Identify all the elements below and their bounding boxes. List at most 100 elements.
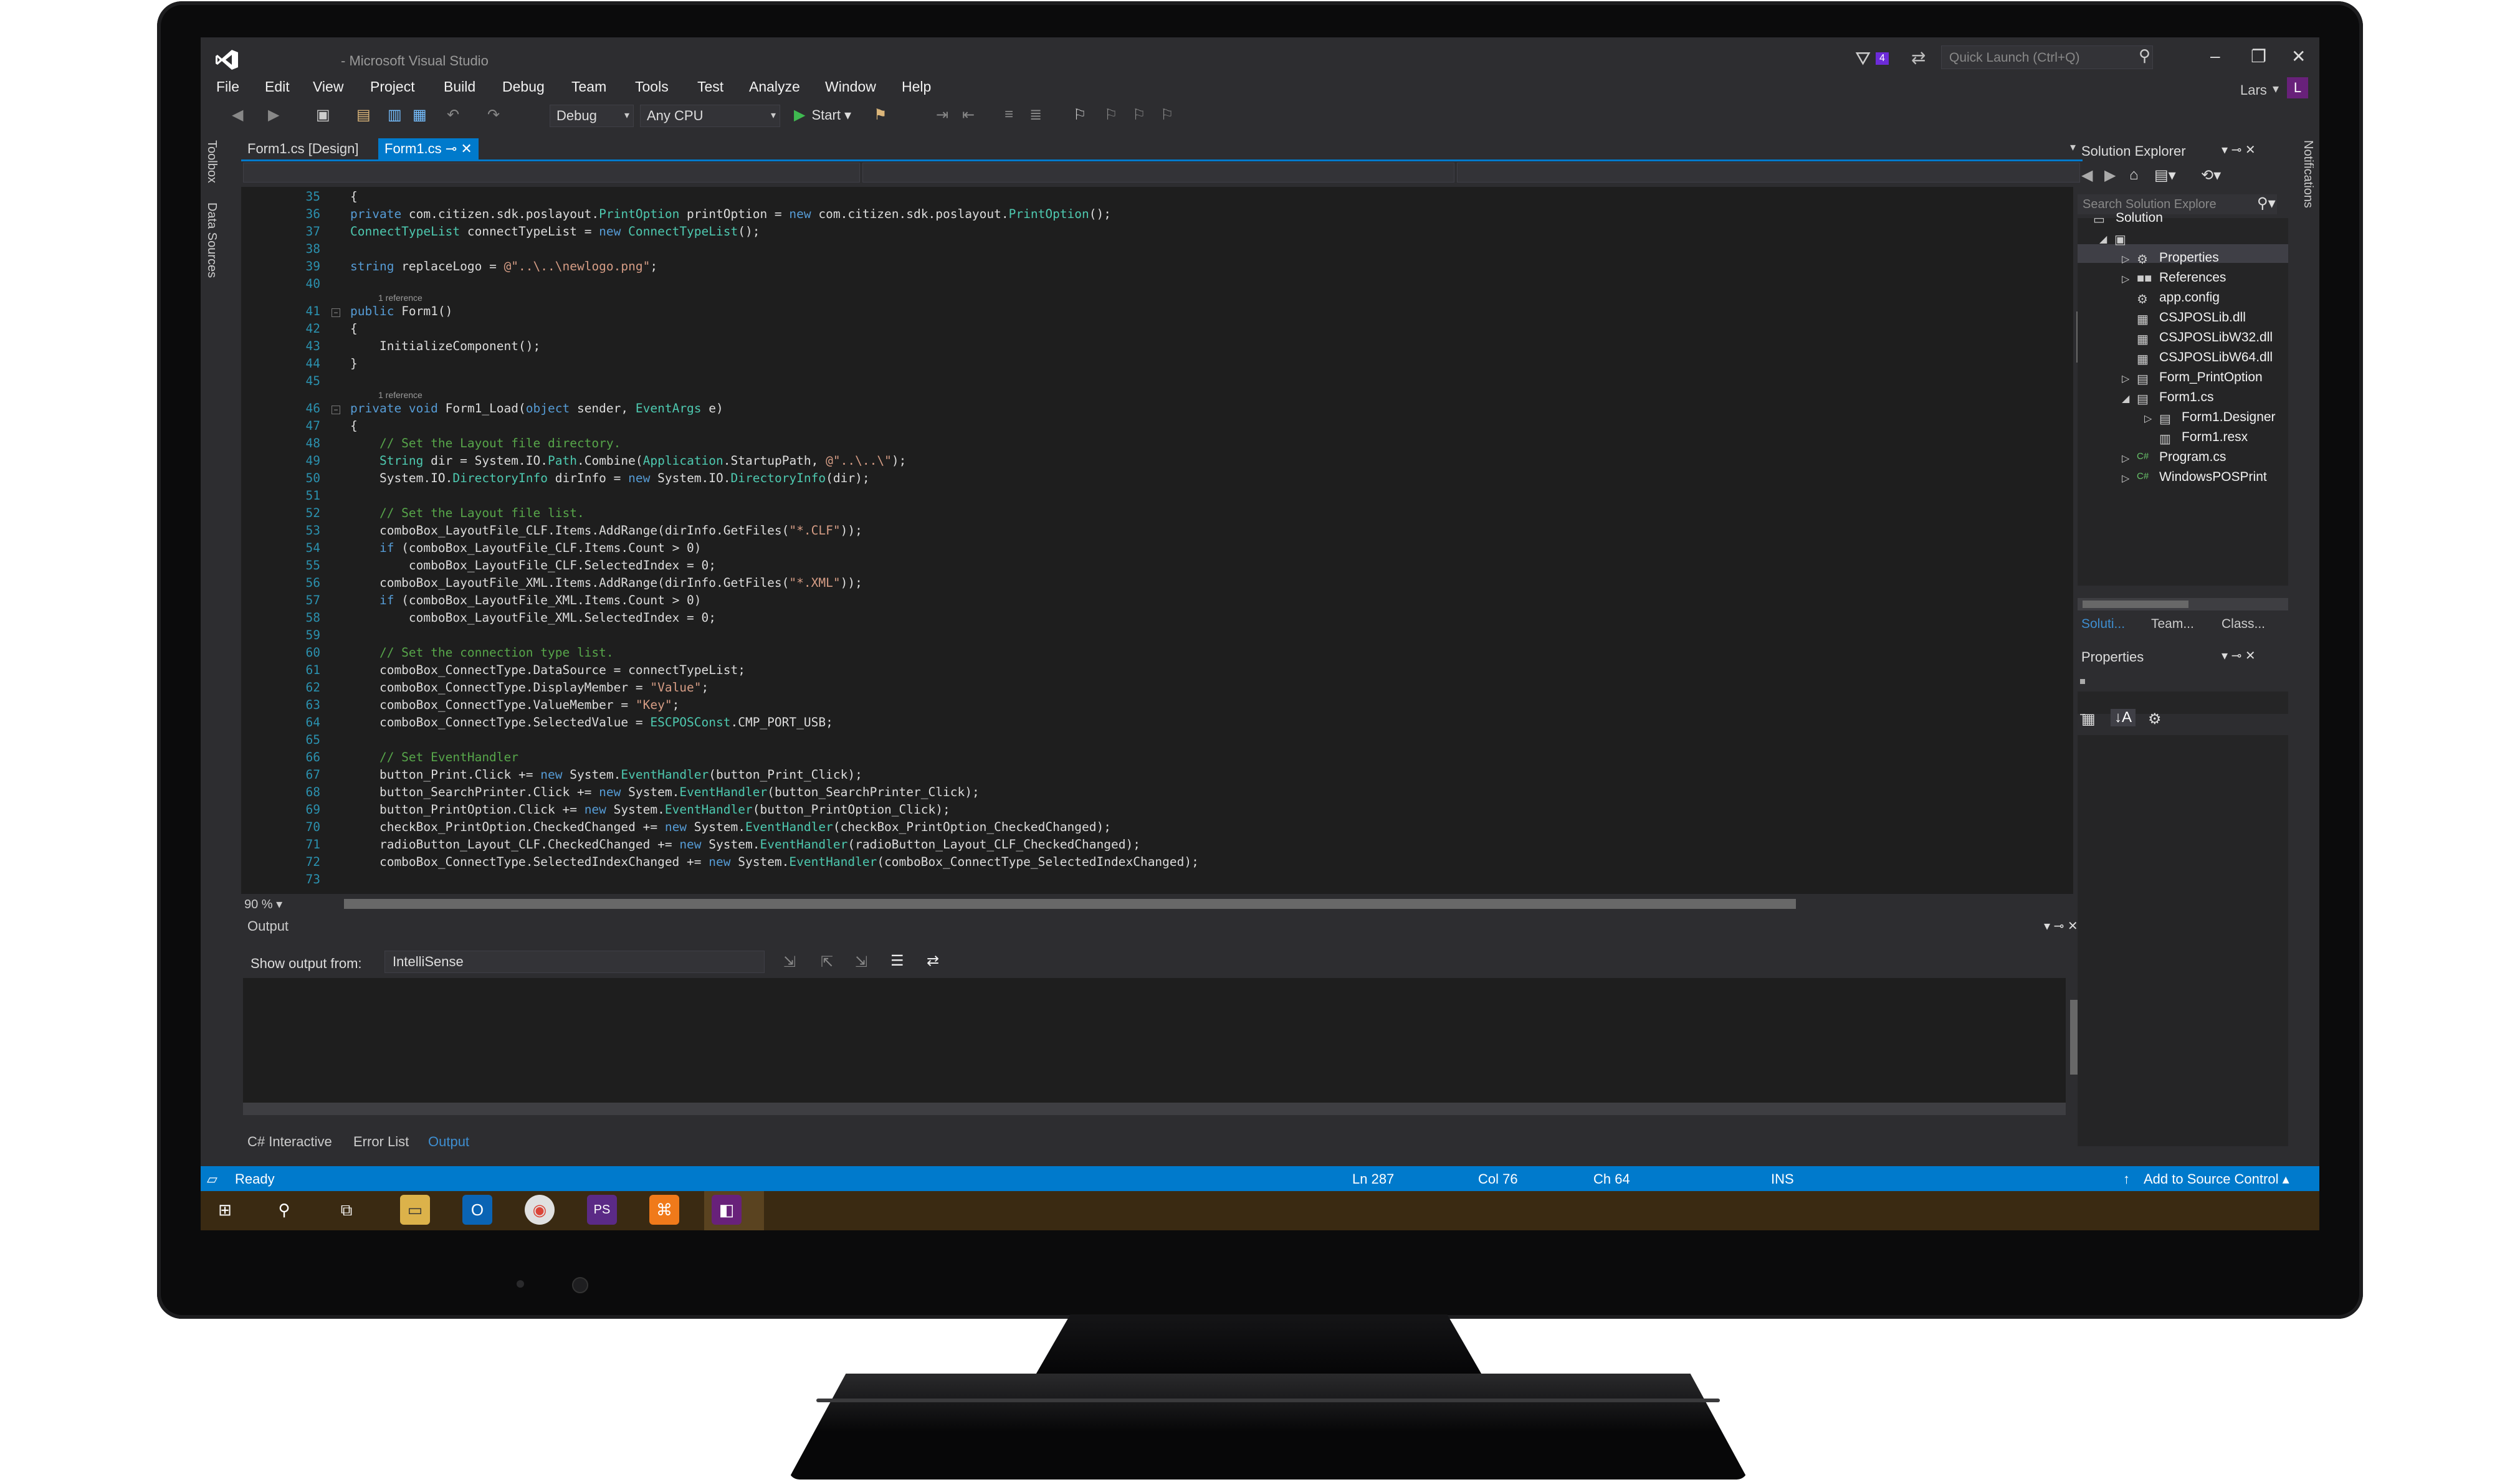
tree-item-label[interactable]: CSJPOSLib.dll xyxy=(2159,310,2246,325)
forward-icon[interactable]: ▶ xyxy=(268,106,279,124)
solution-search-input[interactable]: Search Solution Explore xyxy=(2078,194,2277,214)
tree-item-label[interactable]: Form1.cs xyxy=(2159,390,2214,405)
minimize-button[interactable]: – xyxy=(2210,46,2220,66)
bookmark-icon[interactable]: ⚐ xyxy=(1073,106,1087,124)
avatar[interactable]: L xyxy=(2287,77,2308,98)
tree-item-label[interactable]: CSJPOSLibW32.dll xyxy=(2159,330,2273,345)
save-icon[interactable]: ▥ xyxy=(388,106,402,124)
code-line[interactable]: 61 comboBox_ConnectType.DataSource = con… xyxy=(241,663,2048,680)
clear-bookmarks-icon[interactable]: ⚐ xyxy=(1160,106,1174,124)
step-over-icon[interactable]: ⇤ xyxy=(962,106,975,124)
new-project-icon[interactable]: ▣ xyxy=(316,106,330,124)
tree-item-label[interactable]: CSJPOSLibW64.dll xyxy=(2159,350,2273,365)
tree-item-label[interactable]: app.config xyxy=(2159,290,2220,305)
tree-item-label[interactable]: Properties xyxy=(2159,250,2219,265)
solution-scroll-thumb[interactable] xyxy=(2083,601,2188,608)
prev-bookmark-icon[interactable]: ⚐ xyxy=(1104,106,1118,124)
next-bookmark-icon[interactable]: ⚐ xyxy=(1132,106,1146,124)
tab-error-list[interactable]: Error List xyxy=(353,1134,409,1150)
code-line[interactable]: 60 // Set the connection type list. xyxy=(241,645,2048,663)
search-icon[interactable]: ⚲ xyxy=(269,1195,299,1225)
code-line[interactable]: 59 xyxy=(241,628,2048,645)
indent-icon[interactable]: ≡ xyxy=(1005,106,1013,123)
up-arrow-icon[interactable]: ↑ xyxy=(2123,1171,2130,1187)
pin-icon[interactable]: ⊸ xyxy=(446,141,457,156)
code-line[interactable]: 57 if (comboBox_LayoutFile_XML.Items.Cou… xyxy=(241,593,2048,610)
tree-item-label[interactable]: WindowsPOSPrint xyxy=(2159,470,2267,485)
type-dropdown[interactable] xyxy=(862,163,1454,183)
add-to-source-control-button[interactable]: Add to Source Control ▴ xyxy=(2144,1171,2289,1187)
back-icon[interactable]: ◀ xyxy=(2081,166,2093,184)
code-line[interactable]: 54 if (comboBox_LayoutFile_CLF.Items.Cou… xyxy=(241,541,2048,558)
code-line[interactable]: 72 comboBox_ConnectType.SelectedIndexCha… xyxy=(241,855,2048,872)
code-line[interactable]: 65 xyxy=(241,733,2048,750)
notification-count-badge[interactable]: 4 xyxy=(1876,52,1889,65)
code-line[interactable]: 62 comboBox_ConnectType.DisplayMember = … xyxy=(241,680,2048,698)
find-message-icon[interactable]: ⇲ xyxy=(783,953,796,971)
collapsed-arrow-icon[interactable]: ▷ xyxy=(2122,253,2129,265)
menu-project[interactable]: Project xyxy=(370,78,415,95)
menu-team[interactable]: Team xyxy=(571,78,606,95)
expanded-arrow-icon[interactable]: ◢ xyxy=(2099,233,2107,245)
tab-form1-cs[interactable]: Form1.cs ⊸ ✕ xyxy=(378,138,479,159)
user-name[interactable]: Lars xyxy=(2240,82,2267,98)
search-icon[interactable]: ⚲ xyxy=(2139,46,2150,65)
history-icon[interactable]: ⟲▾ xyxy=(2201,166,2221,184)
data-sources-tab[interactable]: Data Sources xyxy=(204,202,219,278)
output-controls[interactable]: ▾ ⊸ ✕ xyxy=(2044,918,2078,934)
chevron-down-icon[interactable]: ▾ xyxy=(2273,81,2279,97)
phpstorm-icon[interactable]: PS xyxy=(587,1195,617,1225)
home-icon[interactable]: ⌂ xyxy=(2129,166,2139,184)
code-line[interactable]: 44} xyxy=(241,356,2048,374)
task-view-icon[interactable]: ⧉ xyxy=(332,1195,361,1225)
properties-controls[interactable]: ▾ ⊸ ✕ xyxy=(2222,648,2256,663)
tab-output[interactable]: Output xyxy=(428,1134,469,1150)
code-line[interactable]: 69 button_PrintOption.Click += new Syste… xyxy=(241,802,2048,820)
code-lens-reference[interactable]: 1 reference xyxy=(378,390,422,400)
code-line[interactable]: 73 xyxy=(241,872,2048,890)
code-line[interactable]: 39 string replaceLogo = @"..\..\newlogo.p… xyxy=(241,259,2048,277)
code-line[interactable]: 51 xyxy=(241,488,2048,506)
start-button[interactable]: ▶ Start ▾ xyxy=(794,105,851,126)
menu-edit[interactable]: Edit xyxy=(265,78,290,95)
outlook-icon[interactable]: O xyxy=(462,1195,492,1225)
code-line[interactable]: 52 // Set the Layout file list. xyxy=(241,506,2048,523)
platform-dropdown[interactable]: Any CPU ▾ xyxy=(640,105,780,127)
tab-form1-design[interactable]: Form1.cs [Design] xyxy=(241,138,365,159)
collapsed-arrow-icon[interactable]: ▷ xyxy=(2122,273,2129,285)
property-pages-icon[interactable]: ⚙ xyxy=(2148,710,2162,728)
tree-item-label[interactable]: Form1.Designer xyxy=(2182,410,2276,425)
code-line[interactable]: 66 // Set EventHandler xyxy=(241,750,2048,767)
undo-icon[interactable]: ↶ xyxy=(447,106,459,124)
editor-horizontal-scroll-thumb[interactable] xyxy=(344,899,1796,909)
code-line[interactable]: 47 { xyxy=(241,419,2048,436)
collapsed-arrow-icon[interactable]: ▷ xyxy=(2144,412,2152,425)
solution-explorer-controls[interactable]: ▾ ⊸ ✕ xyxy=(2222,142,2256,158)
code-editor[interactable]: 35{36 private com.citizen.sdk.poslayout.P… xyxy=(241,187,2073,894)
step-icon[interactable]: ⇥ xyxy=(936,106,948,124)
next-message-icon[interactable]: ⇲ xyxy=(855,953,867,971)
switch-views-icon[interactable]: ▤▾ xyxy=(2154,166,2176,184)
tree-item-label[interactable]: Form_PrintOption xyxy=(2159,370,2263,385)
tree-item-label[interactable]: Program.cs xyxy=(2159,450,2226,465)
chrome-icon[interactable]: ◉ xyxy=(525,1195,555,1225)
code-line[interactable]: 40 xyxy=(241,277,2048,294)
code-line[interactable]: 63 comboBox_ConnectType.ValueMember = "K… xyxy=(241,698,2048,715)
visual-studio-icon[interactable]: ◧ xyxy=(712,1195,742,1225)
open-file-icon[interactable]: ▤ xyxy=(356,106,371,124)
tree-item-label[interactable]: References xyxy=(2159,270,2226,285)
code-line[interactable]: 68 button_SearchPrinter.Click += new Sys… xyxy=(241,785,2048,802)
tab-overflow-icon[interactable]: ▾ xyxy=(2070,141,2076,154)
browser-link-icon[interactable]: ⚑ xyxy=(874,106,887,124)
code-line[interactable]: 46 private void Form1_Load(object sender,… xyxy=(241,401,2048,419)
code-line[interactable]: 55 comboBox_LayoutFile_CLF.SelectedIndex… xyxy=(241,558,2048,576)
code-line[interactable]: 58 comboBox_LayoutFile_XML.SelectedIndex… xyxy=(241,610,2048,628)
code-line[interactable]: 35 { xyxy=(241,189,2048,207)
xampp-icon[interactable]: ⌘ xyxy=(649,1195,679,1225)
menu-test[interactable]: Test xyxy=(697,78,723,95)
tree-item-label[interactable]: Solution xyxy=(2116,211,2163,226)
tab-team-explorer[interactable]: Team... xyxy=(2151,617,2194,632)
code-line[interactable]: 70 checkBox_PrintOption.CheckedChanged +… xyxy=(241,820,2048,837)
collapsed-arrow-icon[interactable]: ▷ xyxy=(2122,472,2129,485)
tab-csharp-interactive[interactable]: C# Interactive xyxy=(247,1134,332,1150)
